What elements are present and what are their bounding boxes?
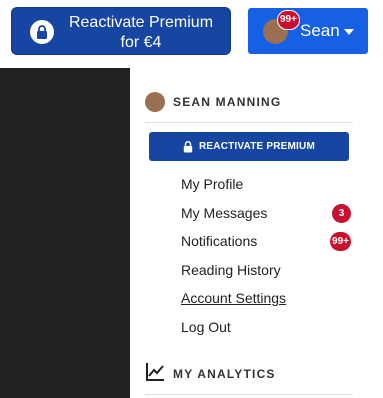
chevron-down-icon [344,29,354,35]
lock-icon [30,20,54,44]
page-backdrop [0,68,130,398]
user-menu-button[interactable]: 99+ Sean [248,8,368,54]
menu-item-notifications[interactable]: Notifications 99+ [181,227,351,256]
menu-item-label: My Profile [181,176,244,192]
reactivate-premium-button[interactable]: Reactivate Premium for €4 [11,7,231,55]
reactivate-premium-menu-button[interactable]: REACTIVATE PREMIUM [149,132,349,161]
menu-item-label: Account Settings [181,290,287,307]
menu-item-label: My Messages [181,204,268,221]
reactivate-premium-label: Reactivate Premium for €4 [62,13,220,53]
divider [145,394,353,395]
menu-item-label: Notifications [181,233,258,250]
menu-item-log-out[interactable]: Log Out [181,313,351,342]
line-chart-icon [146,363,164,381]
menu-item-account-settings[interactable]: Account Settings [181,284,351,313]
dropdown-menu-list: My Profile My Messages 3 Notifications 9… [181,170,351,342]
user-name: Sean [300,21,340,40]
messages-count-badge: 3 [332,203,351,223]
reactivate-premium-line1: Reactivate Premium [68,14,214,31]
user-dropdown-menu: SEAN MANNING REACTIVATE PREMIUM My Profi… [130,68,383,398]
menu-item-my-messages[interactable]: My Messages 3 [181,199,351,228]
reactivate-premium-menu-label: REACTIVATE PREMIUM [198,141,315,152]
user-full-name: SEAN MANNING [173,95,282,109]
divider [145,122,353,123]
menu-item-label: Reading History [181,261,281,278]
reactivate-premium-line2: for €4 [120,34,162,51]
menu-item-my-profile[interactable]: My Profile [181,170,351,199]
notification-badge: 99+ [277,10,300,30]
avatar [145,92,165,112]
menu-item-label: Log Out [181,318,231,335]
notifications-count-badge: 99+ [330,232,351,252]
dropdown-user-header: SEAN MANNING [145,92,355,112]
lock-icon [183,140,193,152]
menu-item-reading-history[interactable]: Reading History [181,256,351,285]
my-analytics-label: MY ANALYTICS [173,367,276,381]
my-analytics-section[interactable]: MY ANALYTICS [145,362,355,384]
